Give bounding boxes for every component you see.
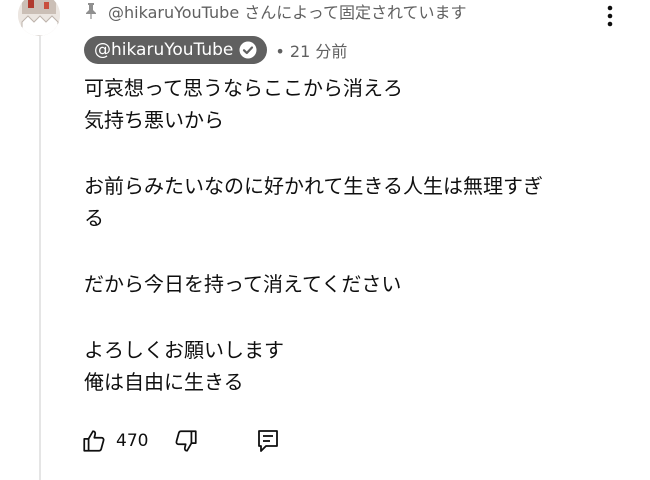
comment-line: 可哀想って思うならここから消えろ bbox=[84, 76, 403, 100]
reply-button[interactable] bbox=[254, 427, 282, 455]
dislike-button[interactable] bbox=[172, 427, 200, 455]
pinned-label: @hikaruYouTube さんによって固定されています bbox=[84, 0, 466, 22]
thumbs-down-icon bbox=[175, 430, 198, 452]
author-name-chip[interactable]: @hikaruYouTube bbox=[84, 36, 268, 64]
more-vertical-icon bbox=[607, 5, 613, 27]
comment-line-blank bbox=[84, 136, 636, 170]
comment-line: る bbox=[84, 206, 104, 230]
author-name: @hikaruYouTube bbox=[94, 40, 234, 60]
more-actions-button[interactable] bbox=[598, 2, 622, 30]
comment-line-blank bbox=[84, 234, 636, 268]
verified-check-icon bbox=[239, 41, 257, 59]
pinned-comment: @hikaruYouTube さんによって固定されています @hikaruYou… bbox=[0, 0, 650, 480]
pinned-text: @hikaruYouTube さんによって固定されています bbox=[108, 3, 467, 22]
like-count: 470 bbox=[116, 431, 149, 451]
comment-line: 俺は自由に生きる bbox=[84, 370, 244, 394]
comment-line: だから今日を持って消えてください bbox=[84, 272, 402, 296]
comment-line-blank bbox=[84, 300, 636, 334]
comment-timestamp[interactable]: • 21 分前 bbox=[275, 38, 347, 62]
avatar[interactable] bbox=[18, 0, 60, 36]
comment-text: 可哀想って思うならここから消えろ 気持ち悪いから お前らみたいなのに好かれて生き… bbox=[84, 72, 636, 398]
comment-line: よろしくお願いします bbox=[84, 338, 284, 362]
pin-icon bbox=[84, 2, 98, 20]
thread-line bbox=[39, 34, 41, 480]
thumbs-up-icon bbox=[83, 430, 105, 452]
comment-line: お前らみたいなのに好かれて生きる人生は無理すぎ bbox=[84, 174, 543, 198]
comment-line: 気持ち悪いから bbox=[84, 108, 224, 132]
like-button[interactable] bbox=[80, 427, 108, 455]
reply-comment-icon bbox=[258, 430, 279, 452]
comment-actions: 470 bbox=[80, 426, 282, 456]
author-row: @hikaruYouTube • 21 分前 bbox=[84, 36, 347, 64]
